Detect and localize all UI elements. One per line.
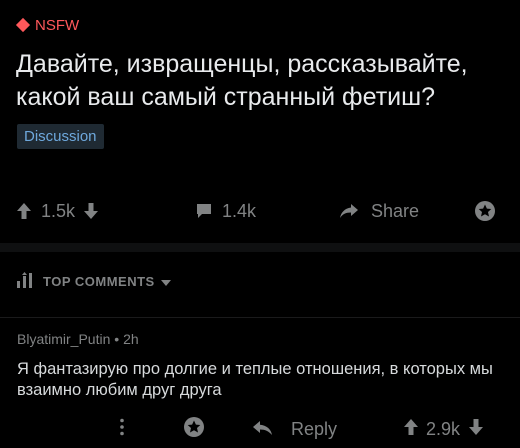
meta-separator: • <box>114 331 120 347</box>
comment-meta: Blyatimir_Putin • 2h <box>17 331 139 347</box>
post-flair[interactable]: Discussion <box>17 124 104 149</box>
comment-vote-count: 2.9k <box>426 418 461 439</box>
comment-actions-bar: Reply 2.9k <box>0 412 520 446</box>
comment-age: 2h <box>123 331 139 347</box>
nsfw-tag: NSFW <box>15 16 80 34</box>
post-title[interactable]: Давайте, извращенцы, рассказывайте, како… <box>16 48 511 114</box>
sort-bars-icon <box>17 271 33 291</box>
comment-more-button[interactable] <box>120 412 124 446</box>
downvote-arrow-icon[interactable] <box>84 203 99 219</box>
upvote-arrow-icon[interactable] <box>17 203 31 219</box>
comment-vote-control: 2.9k <box>404 412 484 446</box>
nsfw-diamond-icon <box>15 17 31 33</box>
post-actions-bar: 1.5k 1.4k Share <box>0 194 520 228</box>
nsfw-label: NSFW <box>35 16 80 34</box>
post-card: NSFW Давайте, извращенцы, рассказывайте,… <box>0 0 520 243</box>
save-star-icon <box>474 200 496 222</box>
reply-arrow-icon <box>253 419 273 440</box>
post-comments-button[interactable]: 1.4k <box>196 194 256 228</box>
share-arrow-icon <box>339 203 359 219</box>
post-save-button[interactable] <box>474 194 496 228</box>
comment-body: Я фантазирую про долгие и теплые отношен… <box>17 360 493 399</box>
comment-reply-button[interactable]: Reply <box>253 412 337 446</box>
section-divider <box>0 243 520 252</box>
post-comment-count: 1.4k <box>222 200 257 221</box>
comment-save-button[interactable] <box>183 412 205 446</box>
comment-separator <box>0 317 520 318</box>
share-label: Share <box>371 200 420 221</box>
sort-label: TOP COMMENTS <box>43 273 155 289</box>
post-vote-count: 1.5k <box>41 200 76 221</box>
post-share-button[interactable]: Share <box>339 194 419 228</box>
upvote-arrow-icon[interactable] <box>404 418 418 440</box>
downvote-arrow-icon[interactable] <box>469 418 484 440</box>
reply-label: Reply <box>291 418 338 439</box>
post-vote-control: 1.5k <box>17 194 99 228</box>
save-star-icon <box>183 416 205 443</box>
comment-bubble-icon <box>196 203 212 219</box>
comment-sort-selector[interactable]: TOP COMMENTS <box>17 268 171 294</box>
more-dots-icon <box>120 418 124 441</box>
comment-author[interactable]: Blyatimir_Putin <box>17 331 110 347</box>
chevron-down-icon <box>160 274 171 289</box>
